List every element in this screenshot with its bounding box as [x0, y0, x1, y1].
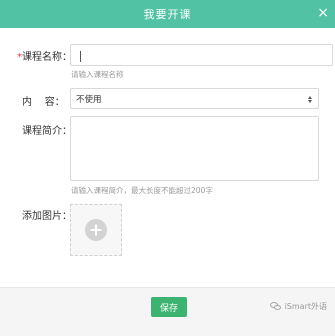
course-name-input[interactable]	[70, 44, 333, 66]
dialog-title: 我要开课	[143, 8, 192, 21]
content-select-value: 不使用	[76, 94, 102, 105]
save-button[interactable]: 保存	[151, 297, 187, 317]
close-icon[interactable]: ×	[317, 4, 329, 22]
watermark-text: iSmart外语	[284, 302, 327, 311]
intro-textarea[interactable]	[70, 116, 319, 181]
dialog-footer: 保存 iSmart外语	[0, 287, 335, 336]
content-select[interactable]: 不使用	[70, 88, 319, 109]
content-label: 内 容：	[22, 97, 65, 108]
image-label: 添加图片：	[22, 211, 72, 222]
dialog-header: 我要开课 ×	[0, 0, 335, 28]
course-name-label: *课程名称：	[17, 48, 72, 63]
intro-label: 课程简介：	[22, 126, 72, 137]
watermark: iSmart外语	[269, 301, 327, 312]
intro-hint: 请输入课程简介，最大长度不能超过200字	[71, 186, 213, 195]
create-course-dialog: 我要开课 × *课程名称： 请输入课程名称 内 容： 不使用 课程简介： 请输入…	[0, 0, 335, 336]
select-arrows-icon	[307, 93, 313, 105]
wechat-icon	[269, 302, 282, 311]
course-name-hint: 请输入课程名称	[71, 70, 124, 79]
image-upload[interactable]	[70, 204, 122, 256]
text-caret	[80, 51, 81, 62]
plus-icon	[85, 219, 107, 241]
course-name-label-text: 课程名称：	[22, 52, 72, 63]
